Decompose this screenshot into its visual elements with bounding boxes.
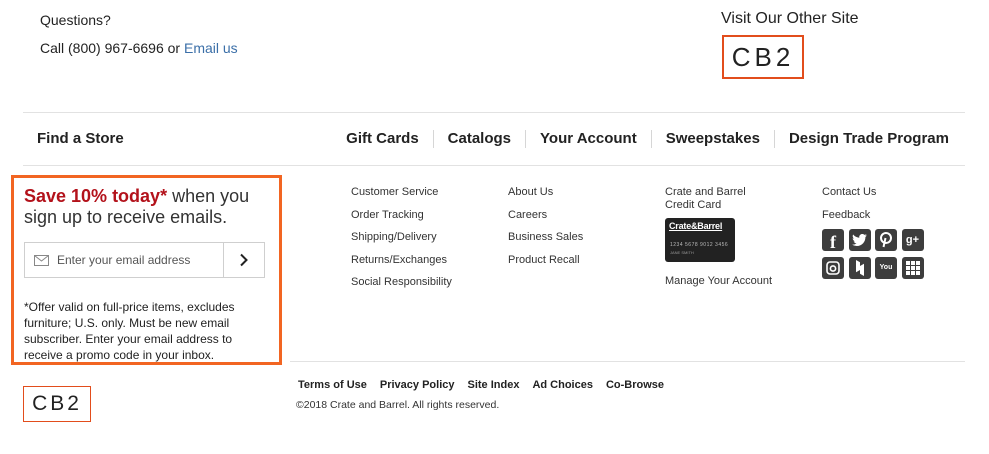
contact-us-link[interactable]: Contact Us [822, 186, 928, 209]
youtube-icon[interactable]: You [875, 257, 897, 279]
credit-card-image[interactable]: Crate&Barrel 1234 5678 9012 3456 JANE SM… [665, 218, 735, 262]
feedback-link[interactable]: Feedback [822, 209, 928, 232]
co-browse-link[interactable]: Co-Browse [606, 379, 664, 391]
card-name: JANE SMITH [670, 250, 694, 255]
sweepstakes-link[interactable]: Sweepstakes [650, 130, 774, 148]
email-input[interactable] [57, 253, 217, 267]
divider [23, 112, 965, 113]
cb2-logo-link[interactable]: CB2 [722, 35, 804, 79]
product-recall-link[interactable]: Product Recall [508, 254, 583, 277]
houzz-icon[interactable] [848, 257, 871, 279]
footer-column-company: About Us Careers Business Sales Product … [508, 186, 583, 276]
pinterest-icon[interactable] [875, 229, 897, 251]
card-number: 1234 5678 9012 3456 [670, 242, 729, 248]
social-row-2: You [822, 257, 928, 279]
terms-of-use-link[interactable]: Terms of Use [298, 379, 367, 391]
shipping-delivery-link[interactable]: Shipping/Delivery [351, 231, 452, 254]
legal-links: Terms of Use Privacy Policy Site Index A… [298, 379, 677, 391]
email-input-wrap [25, 243, 224, 277]
email-us-link[interactable]: Email us [184, 40, 238, 56]
facebook-icon[interactable]: f [822, 229, 844, 252]
your-account-link[interactable]: Your Account [525, 130, 651, 148]
card-brand: Crate&Barrel [669, 221, 723, 231]
call-line: Call (800) 967-6696 or Email us [40, 40, 238, 56]
chevron-right-icon [240, 253, 248, 267]
site-index-link[interactable]: Site Index [467, 379, 519, 391]
divider [290, 361, 965, 362]
catalogs-link[interactable]: Catalogs [432, 130, 525, 148]
other-site-title: Visit Our Other Site [721, 10, 859, 27]
order-tracking-link[interactable]: Order Tracking [351, 209, 452, 232]
social-responsibility-link[interactable]: Social Responsibility [351, 276, 452, 299]
signup-save-text: Save 10% today* [24, 186, 168, 206]
email-signup-form [24, 242, 265, 278]
email-signup-box: Save 10% today* when you sign up to rece… [11, 175, 282, 365]
envelope-icon [34, 254, 49, 266]
more-apps-icon[interactable] [901, 257, 924, 279]
copyright: ©2018 Crate and Barrel. All rights reser… [296, 399, 500, 411]
google-plus-icon[interactable]: g+ [901, 229, 924, 251]
credit-card-link[interactable]: Crate and Barrel Credit Card [665, 186, 775, 212]
customer-service-link[interactable]: Customer Service [351, 186, 452, 209]
footer-column-credit-card: Crate and Barrel Credit Card Crate&Barre… [665, 186, 775, 287]
phone-text: Call (800) 967-6696 or [40, 40, 184, 56]
offer-disclaimer: *Offer valid on full-price items, exclud… [24, 300, 235, 362]
signup-heading: Save 10% today* when you sign up to rece… [24, 186, 269, 228]
social-row-1: f g+ [822, 229, 928, 252]
manage-account-link[interactable]: Manage Your Account [665, 275, 775, 287]
questions-heading: Questions? [40, 12, 111, 28]
gift-cards-link[interactable]: Gift Cards [332, 130, 433, 148]
business-sales-link[interactable]: Business Sales [508, 231, 583, 254]
careers-link[interactable]: Careers [508, 209, 583, 232]
footer-column-contact: Contact Us Feedback f g+ You [822, 186, 928, 279]
design-trade-program-link[interactable]: Design Trade Program [773, 130, 949, 148]
find-a-store-link[interactable]: Find a Store [37, 130, 124, 147]
cb2-footer-logo[interactable]: CB2 [23, 386, 91, 422]
returns-exchanges-link[interactable]: Returns/Exchanges [351, 254, 452, 277]
footer-column-service: Customer Service Order Tracking Shipping… [351, 186, 452, 299]
email-submit-button[interactable] [224, 243, 264, 277]
ad-choices-link[interactable]: Ad Choices [532, 379, 593, 391]
twitter-icon[interactable] [848, 229, 871, 251]
footer-main-nav: Gift Cards Catalogs Your Account Sweepst… [332, 130, 949, 148]
privacy-policy-link[interactable]: Privacy Policy [380, 379, 455, 391]
instagram-icon[interactable] [822, 257, 844, 279]
divider [23, 165, 965, 166]
about-us-link[interactable]: About Us [508, 186, 583, 209]
